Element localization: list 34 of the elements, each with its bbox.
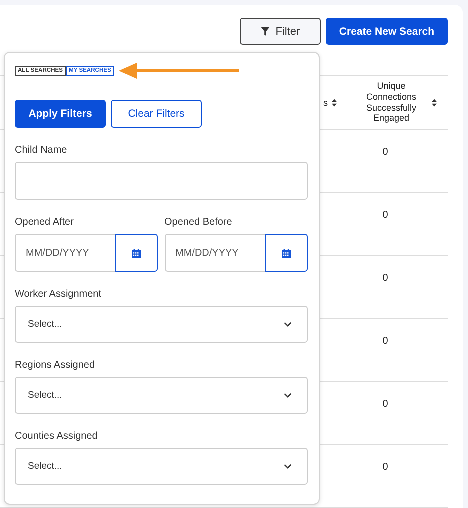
field-label: Worker Assignment: [15, 289, 103, 300]
field-label: Regions Assigned: [15, 360, 96, 371]
child-name-field[interactable]: [15, 162, 308, 200]
calendar-button[interactable]: [264, 234, 308, 272]
date-field[interactable]: MM/DD/YYYY: [15, 234, 115, 272]
table-cell: 0: [382, 273, 388, 284]
filter-button[interactable]: Filter: [240, 18, 321, 45]
select-dropdown[interactable]: Select...: [15, 377, 308, 414]
field-label: Counties Assigned: [15, 431, 99, 442]
date-field[interactable]: MM/DD/YYYY: [164, 234, 264, 272]
column-header: s: [324, 98, 328, 108]
chevron-down-icon: [284, 464, 292, 469]
table-cell: 0: [382, 147, 388, 158]
table-cell: 0: [382, 399, 388, 410]
calendar-icon: [282, 248, 290, 258]
calendar-icon: [132, 248, 141, 258]
table-cell: 0: [382, 462, 388, 473]
field-label: Opened After: [15, 217, 75, 228]
select-dropdown[interactable]: Select...: [15, 306, 308, 343]
table-cell: 0: [382, 210, 388, 221]
select-dropdown[interactable]: Select...: [15, 448, 308, 485]
column-header: Unique Connections Successfully Engaged: [365, 80, 418, 124]
table-cell: 0: [382, 336, 388, 347]
calendar-button[interactable]: [115, 234, 158, 272]
sort-icon[interactable]: [432, 98, 436, 106]
field-label: Opened Before: [164, 217, 234, 228]
chevron-down-icon: [284, 322, 292, 327]
filter-icon: [260, 27, 270, 36]
clear-filters-button[interactable]: Clear Filters: [111, 100, 202, 128]
apply-filters-button[interactable]: Apply Filters: [15, 100, 106, 128]
chevron-down-icon: [284, 393, 292, 398]
create-search-button[interactable]: Create New Search: [326, 18, 448, 45]
field-label: Child Name: [15, 145, 68, 156]
sort-icon[interactable]: [332, 98, 337, 106]
